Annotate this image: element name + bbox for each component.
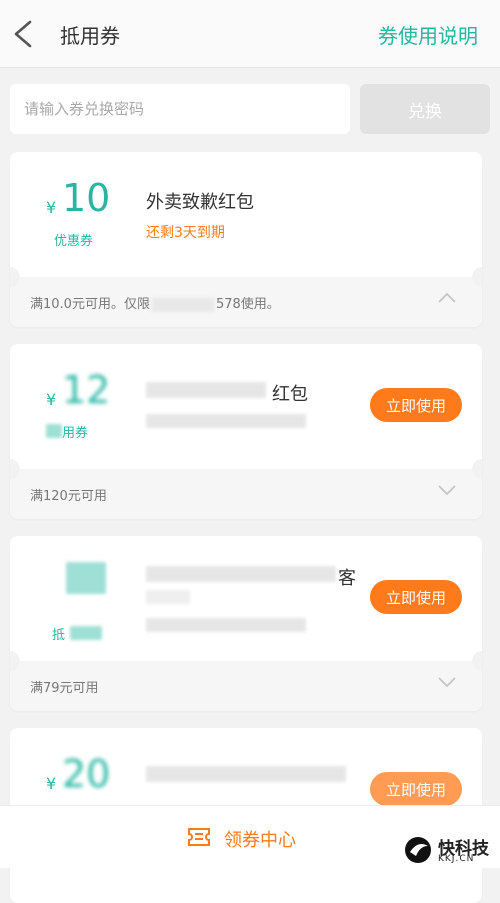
redeem-row: 兑换 bbox=[10, 84, 490, 134]
currency-symbol: ¥ bbox=[46, 198, 57, 217]
chevron-up-icon[interactable] bbox=[436, 287, 458, 309]
coupon-condition-bar[interactable]: 满79元可用 bbox=[10, 661, 482, 711]
coupon-condition-bar[interactable]: 满120元可用 bbox=[10, 469, 482, 519]
watermark-logo-icon bbox=[405, 837, 431, 863]
coupon-center-link[interactable]: 领券中心 bbox=[224, 826, 296, 852]
condition-tail: 578使用。 bbox=[215, 297, 280, 312]
coupon-title: 客 bbox=[338, 568, 356, 589]
page-title: 抵用券 bbox=[60, 24, 120, 48]
redeem-code-input[interactable] bbox=[10, 84, 350, 134]
amount-value: 10 bbox=[62, 176, 111, 220]
coupon-card: 抵 客 立即使用 满79元可用 bbox=[10, 536, 482, 711]
coupon-card: ¥ 10 优惠券 外卖致歉红包 还剩3天到期 满10.0元可用。仅限 578使用。 bbox=[10, 152, 482, 327]
site-watermark: 快科技 KKJ.CN bbox=[402, 834, 492, 870]
redacted-type bbox=[70, 626, 102, 640]
redacted-type bbox=[46, 424, 62, 438]
redacted-detail bbox=[146, 618, 306, 632]
condition-text: 满10.0元可用。仅限 bbox=[30, 297, 150, 312]
redacted-phone bbox=[151, 297, 214, 312]
redeem-button[interactable]: 兑换 bbox=[360, 84, 490, 134]
redacted-amount bbox=[66, 562, 106, 594]
coupon-type: 用券 bbox=[62, 426, 89, 441]
coupon-condition: 满120元可用 bbox=[30, 489, 107, 504]
back-arrow-icon[interactable] bbox=[10, 18, 38, 50]
expiry-text: 还剩3天到期 bbox=[146, 225, 225, 241]
use-now-button[interactable]: 立即使用 bbox=[370, 580, 462, 614]
coupon-usage-guide-link[interactable]: 券使用说明 bbox=[378, 20, 478, 49]
currency-symbol: ¥ bbox=[46, 390, 57, 409]
redacted-detail bbox=[146, 414, 306, 428]
use-now-button[interactable]: 立即使用 bbox=[370, 772, 462, 806]
redacted-title bbox=[146, 766, 346, 782]
redacted-title bbox=[146, 382, 266, 398]
coupon-main: ¥ 10 优惠券 外卖致歉红包 还剩3天到期 bbox=[10, 152, 482, 277]
coupon-type: 抵 bbox=[52, 628, 66, 643]
coupon-condition: 满79元可用 bbox=[30, 681, 99, 696]
currency-symbol: ¥ bbox=[46, 774, 57, 793]
redacted-title bbox=[146, 566, 336, 582]
coupon-type: 优惠券 bbox=[54, 234, 94, 249]
redacted-title-line2 bbox=[146, 590, 190, 604]
bottom-navigation-bar: 领券中心 快科技 KKJ.CN bbox=[0, 805, 500, 868]
amount-value: 20 bbox=[62, 752, 111, 796]
amount-value: 12 bbox=[62, 368, 111, 412]
coupon-card: ¥ 12 用券 红包 立即使用 满120元可用 bbox=[10, 344, 482, 519]
chevron-down-icon[interactable] bbox=[436, 671, 458, 693]
chevron-down-icon[interactable] bbox=[436, 479, 458, 501]
top-navigation-bar: 抵用券 券使用说明 bbox=[0, 0, 500, 68]
ticket-icon[interactable] bbox=[186, 824, 212, 850]
use-now-button[interactable]: 立即使用 bbox=[370, 388, 462, 422]
coupon-main: 抵 客 立即使用 bbox=[10, 536, 482, 661]
coupon-condition-bar[interactable]: 满10.0元可用。仅限 578使用。 bbox=[10, 277, 482, 327]
coupon-title: 外卖致歉红包 bbox=[146, 192, 254, 213]
coupon-condition: 满10.0元可用。仅限 578使用。 bbox=[30, 293, 280, 312]
watermark-subtext: KKJ.CN bbox=[438, 854, 475, 864]
coupon-title: 红包 bbox=[272, 384, 308, 405]
coupon-main: ¥ 12 用券 红包 立即使用 bbox=[10, 344, 482, 469]
